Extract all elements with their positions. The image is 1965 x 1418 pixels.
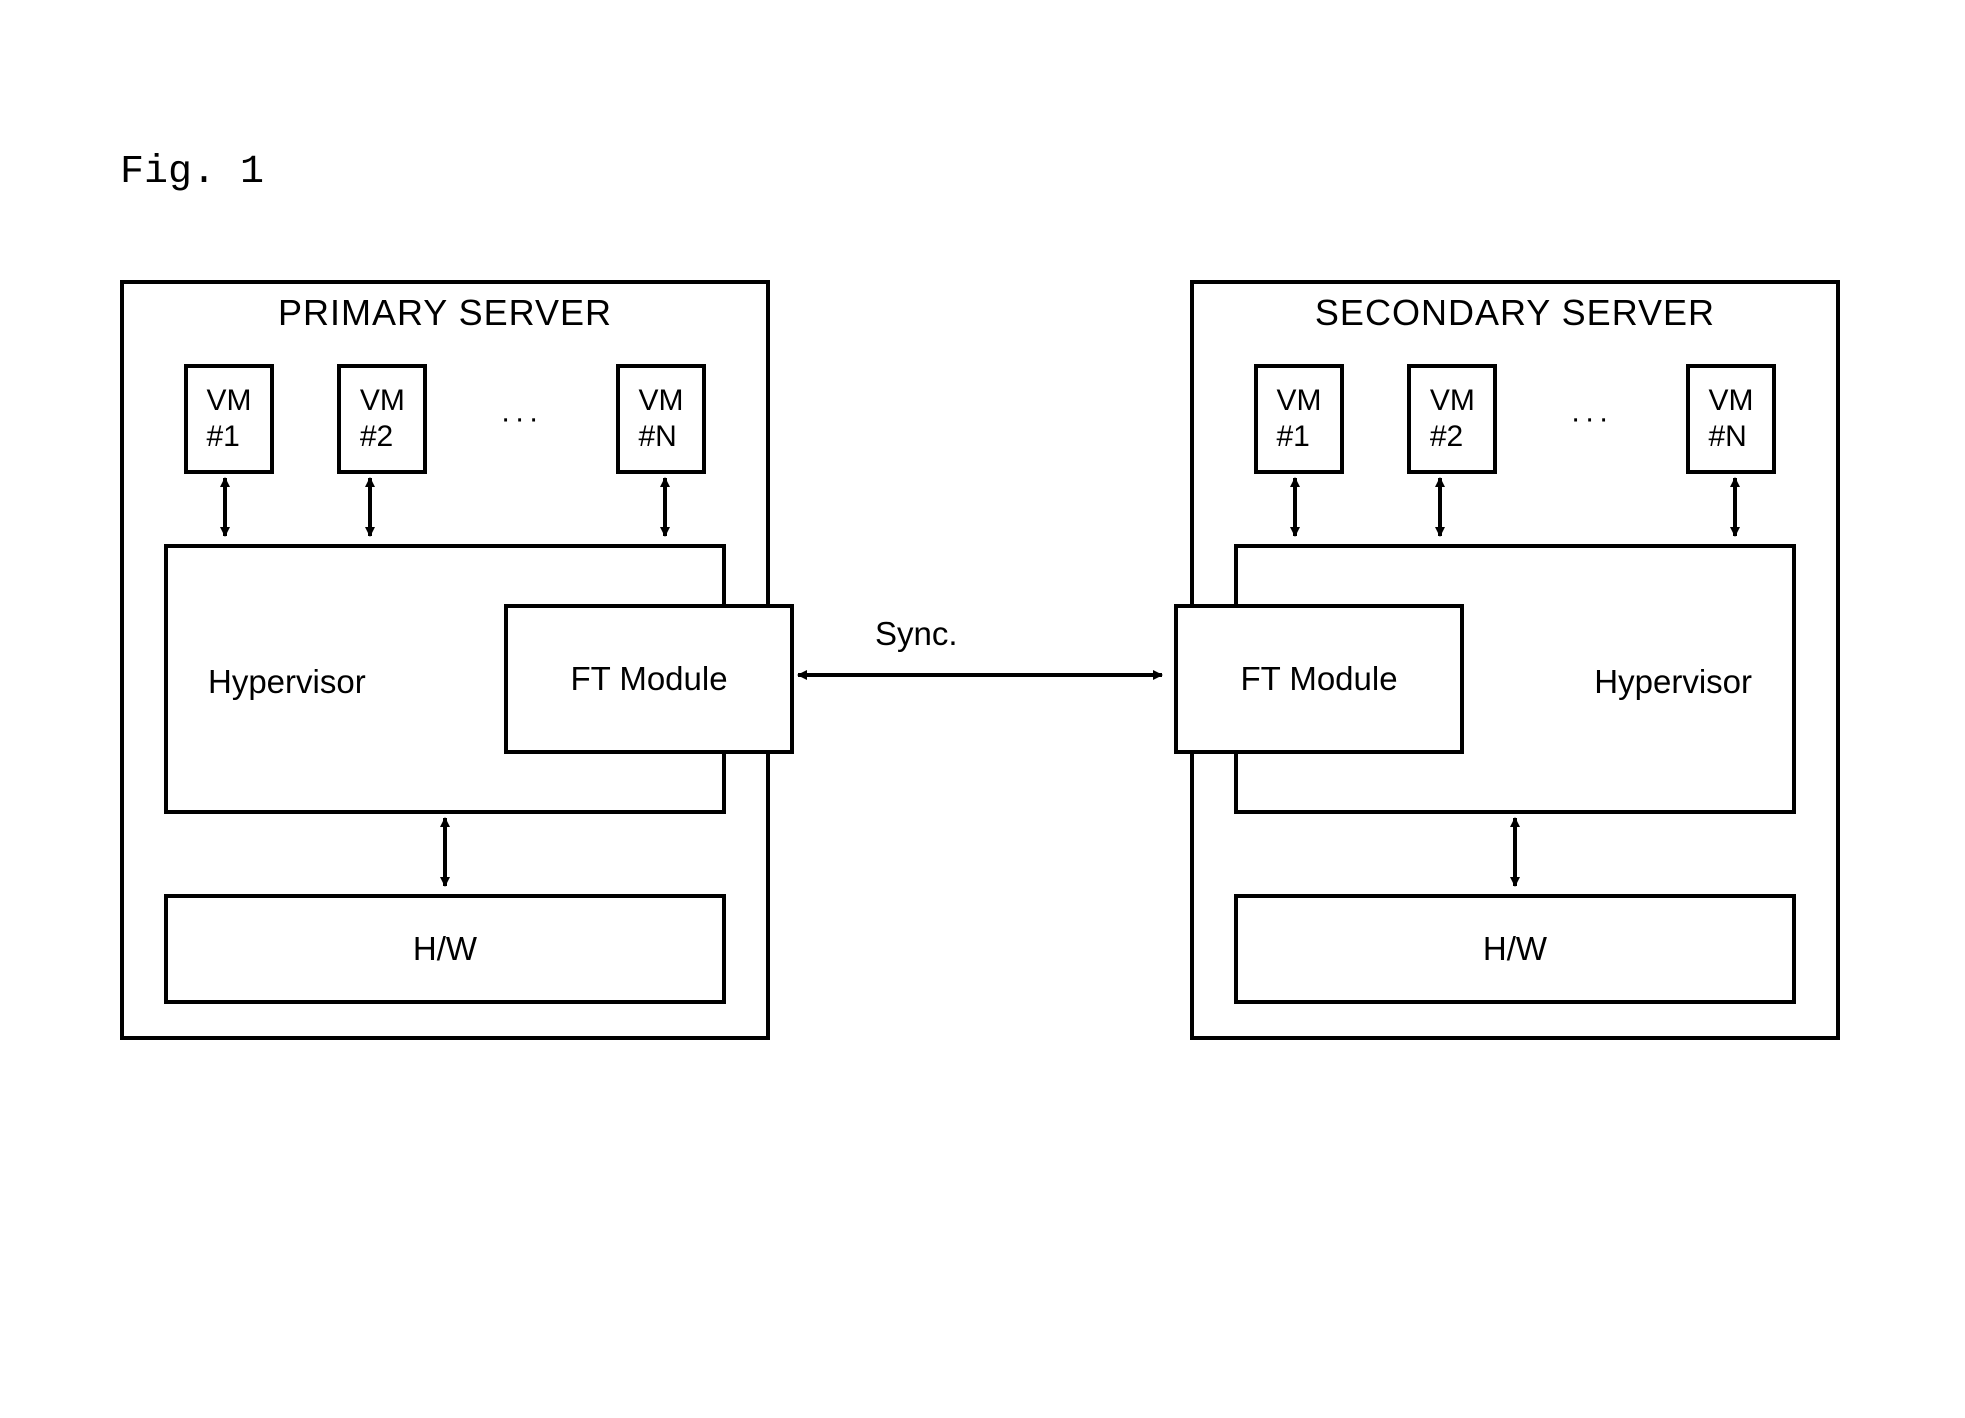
primary-title: PRIMARY SERVER bbox=[124, 292, 766, 334]
secondary-title: SECONDARY SERVER bbox=[1194, 292, 1836, 334]
primary-server: PRIMARY SERVER VM#1 VM#2 ··· VM#N Hyperv… bbox=[120, 280, 770, 1040]
primary-vm-1: VM#1 bbox=[184, 364, 274, 474]
secondary-vm-1: VM#1 bbox=[1254, 364, 1344, 474]
secondary-vm-n: VM#N bbox=[1686, 364, 1776, 474]
primary-hypervisor-label: Hypervisor bbox=[208, 663, 366, 701]
secondary-server: SECONDARY SERVER VM#1 VM#2 ··· VM#N Hype… bbox=[1190, 280, 1840, 1040]
primary-vm-n: VM#N bbox=[616, 364, 706, 474]
secondary-vm-ellipsis: ··· bbox=[1561, 402, 1623, 436]
secondary-vm-2: VM#2 bbox=[1407, 364, 1497, 474]
primary-vm-row: VM#1 VM#2 ··· VM#N bbox=[184, 364, 706, 474]
primary-vm-ellipsis: ··· bbox=[491, 402, 553, 436]
primary-hw: H/W bbox=[164, 894, 726, 1004]
secondary-ft-module: FT Module bbox=[1174, 604, 1464, 754]
primary-ft-module: FT Module bbox=[504, 604, 794, 754]
diagram-canvas: PRIMARY SERVER VM#1 VM#2 ··· VM#N Hyperv… bbox=[120, 280, 1840, 1050]
secondary-vm-row: VM#1 VM#2 ··· VM#N bbox=[1254, 364, 1776, 474]
sync-label: Sync. bbox=[875, 615, 958, 653]
secondary-hw: H/W bbox=[1234, 894, 1796, 1004]
primary-vm-2: VM#2 bbox=[337, 364, 427, 474]
secondary-hypervisor-label: Hypervisor bbox=[1594, 663, 1752, 701]
figure-label: Fig. 1 bbox=[120, 150, 264, 195]
